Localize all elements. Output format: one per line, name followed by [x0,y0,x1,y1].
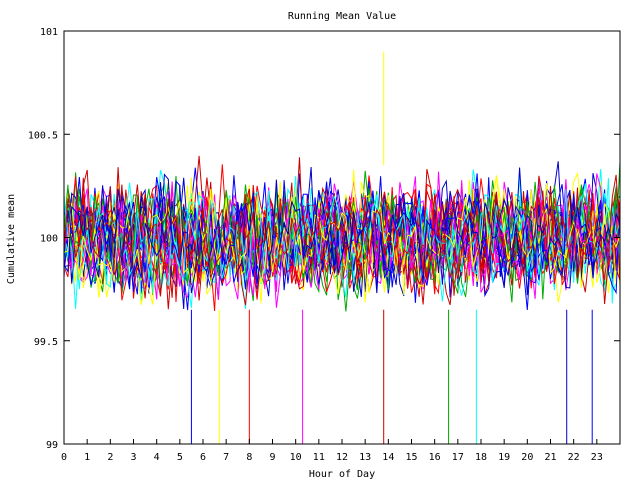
chart-title: Running Mean Value [288,11,396,22]
x-tick-label: 0 [61,452,67,463]
x-tick-label: 19 [498,452,510,463]
x-tick-label: 15 [405,452,417,463]
x-tick-label: 12 [336,452,348,463]
x-tick-label: 4 [154,452,160,463]
x-tick-label: 23 [591,452,603,463]
chart-svg: Running Mean Value 0 1 2 3 4 5 6 7 8 9 10 11 12 13 14 1… [6,11,621,480]
x-tick-label: 2 [107,452,113,463]
y-tick-label: 100.5 [28,130,58,141]
x-tick-label: 16 [429,452,441,463]
x-axis: 0 1 2 3 4 5 6 7 8 9 10 11 12 13 14 15 16 17 18 19 20 21 22 23 [61,439,603,463]
x-tick-label: 8 [246,452,252,463]
x-tick-label: 5 [177,452,183,463]
x-tick-label: 6 [200,452,206,463]
series-layer [63,51,621,444]
x-tick-label: 7 [223,452,229,463]
x-tick-label: 11 [313,452,325,463]
x-tick-label: 22 [568,452,580,463]
x-axis-label: Hour of Day [309,469,375,480]
y-tick-label: 99 [46,440,58,451]
x-tick-label: 21 [544,452,556,463]
x-tick-label: 1 [84,452,90,463]
x-tick-label: 20 [521,452,533,463]
x-tick-label: 13 [359,452,371,463]
x-tick-label: 18 [475,452,487,463]
x-tick-label: 10 [290,452,302,463]
y-tick-label: 100 [40,234,58,245]
y-axis-label: Cumulative mean [6,194,17,284]
y-tick-label: 101 [40,27,58,38]
x-tick-label: 9 [269,452,275,463]
y-tick-label: 99.5 [34,337,58,348]
x-tick-label: 3 [130,452,136,463]
x-tick-label: 14 [382,452,394,463]
x-tick-label: 17 [452,452,464,463]
